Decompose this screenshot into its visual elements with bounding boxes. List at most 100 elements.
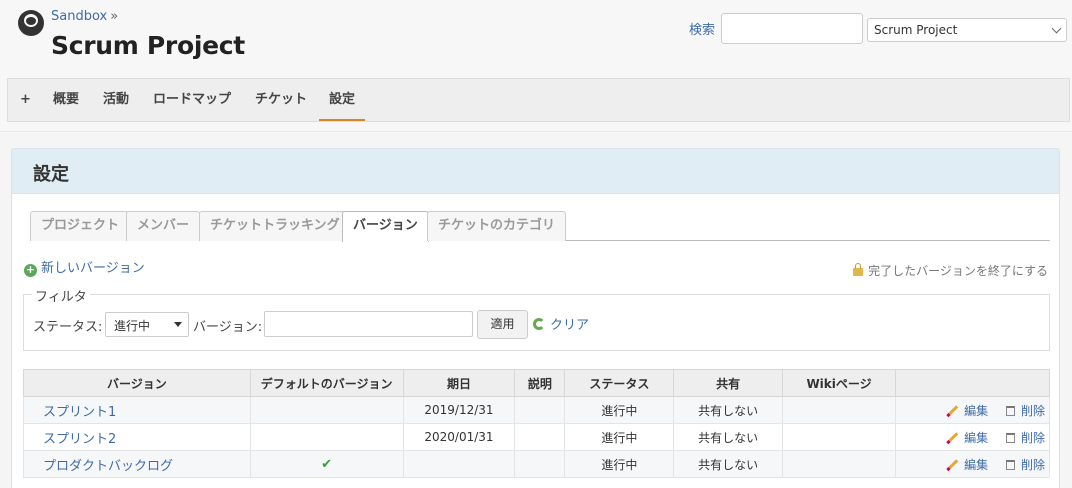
project-jump-value: Scrum Project — [874, 23, 958, 37]
tab-members[interactable]: メンバー — [126, 211, 201, 241]
search-label-link[interactable]: 検索 — [689, 19, 715, 38]
breadcrumb-link-sandbox[interactable]: Sandbox — [51, 9, 107, 24]
reload-icon — [533, 318, 545, 330]
delete-label: 削除 — [1020, 403, 1045, 418]
add-icon: + — [24, 263, 37, 277]
table-header-row: バージョン デフォルトのバージョン 期日 説明 ステータス 共有 Wikiページ — [23, 369, 1051, 397]
table-row: プロダクトバックログ ✔ 進行中 共有しない 編集 削除 — [23, 450, 1051, 478]
description-cell — [514, 396, 566, 424]
versions-table: バージョン デフォルトのバージョン 期日 説明 ステータス 共有 Wikiページ… — [23, 369, 1051, 478]
description-cell — [514, 423, 566, 451]
actions-cell: 編集 削除 — [894, 396, 1051, 424]
column-header-sharing[interactable]: 共有 — [673, 369, 784, 397]
status-cell: 進行中 — [564, 423, 675, 451]
lock-icon — [853, 263, 864, 276]
main-menu: + 概要 活動 ロードマップ チケット 設定 — [7, 78, 1070, 122]
chevron-down-icon — [1051, 23, 1062, 34]
content-header: 設定 — [12, 149, 1059, 194]
status-filter-label: ステータス: — [33, 320, 103, 335]
delete-label: 削除 — [1020, 430, 1045, 445]
close-completed-label: 完了したバージョンを終了にする — [868, 264, 1048, 278]
default-version-cell — [249, 423, 404, 451]
delete-link[interactable]: 削除 — [1005, 403, 1045, 418]
close-completed-link[interactable]: 完了したバージョンを終了にする — [853, 262, 1048, 279]
menu-item-overview[interactable]: 概要 — [43, 79, 89, 121]
checkmark-icon: ✔ — [321, 456, 333, 472]
menu-item-settings[interactable]: 設定 — [319, 79, 366, 121]
status-cell: 進行中 — [564, 396, 675, 424]
table-row: スプリント2 2020/01/31 進行中 共有しない 編集 削除 — [23, 423, 1051, 451]
version-name-cell: スプリント1 — [23, 396, 251, 424]
default-version-cell: ✔ — [249, 450, 404, 478]
column-header-status[interactable]: ステータス — [564, 369, 675, 397]
settings-content: 設定 プロジェクト メンバー チケットトラッキング バージョン チケットのカテゴ… — [11, 148, 1060, 488]
tab-versions[interactable]: バージョン — [342, 211, 429, 242]
sharing-cell: 共有しない — [673, 423, 784, 451]
filter-fieldset: フィルタ ステータス: 進行中 バージョン: 適用 クリア — [23, 286, 1050, 351]
wiki-page-cell — [782, 450, 896, 478]
due-date-cell: 2019/12/31 — [402, 396, 516, 424]
wiki-page-cell — [782, 396, 896, 424]
default-version-cell — [249, 396, 404, 424]
breadcrumb: Sandbox» — [51, 9, 118, 24]
pencil-icon — [947, 458, 959, 470]
table-row: スプリント1 2019/12/31 進行中 共有しない 編集 削除 — [23, 396, 1051, 424]
menu-item-issues[interactable]: チケット — [245, 79, 317, 121]
dropdown-arrow-icon — [174, 322, 182, 327]
breadcrumb-separator: » — [110, 9, 119, 24]
edit-link[interactable]: 編集 — [947, 458, 988, 472]
edit-link[interactable]: 編集 — [947, 431, 988, 445]
menu-item-activity[interactable]: 活動 — [93, 79, 139, 121]
column-header-due-date[interactable]: 期日 — [402, 369, 516, 397]
menu-item-roadmap[interactable]: ロードマップ — [143, 79, 241, 121]
actions-cell: 編集 削除 — [894, 423, 1051, 451]
new-version-label: 新しいバージョン — [41, 261, 145, 276]
trash-icon — [1005, 432, 1015, 443]
menu-item-new[interactable]: + — [10, 79, 41, 121]
version-link[interactable]: スプリント1 — [43, 405, 116, 420]
status-filter-value: 進行中 — [114, 319, 151, 333]
column-header-default-version: デフォルトのバージョン — [249, 369, 404, 397]
due-date-cell — [402, 450, 516, 478]
page-title: 設定 — [33, 164, 69, 185]
trash-icon — [1005, 459, 1015, 470]
version-link[interactable]: プロダクトバックログ — [43, 459, 173, 474]
apply-button[interactable]: 適用 — [477, 310, 528, 339]
edit-label: 編集 — [964, 403, 989, 418]
column-header-wiki-page: Wikiページ — [782, 369, 896, 397]
app-logo-icon[interactable] — [18, 10, 44, 36]
column-header-actions — [894, 369, 1051, 397]
wiki-page-cell — [782, 423, 896, 451]
clear-link[interactable]: クリア — [533, 314, 589, 333]
clear-label: クリア — [550, 318, 590, 333]
sharing-cell: 共有しない — [673, 396, 784, 424]
version-name-cell: スプリント2 — [23, 423, 251, 451]
edit-label: 編集 — [964, 457, 989, 472]
project-jump-select[interactable]: Scrum Project — [867, 18, 1067, 42]
description-cell — [514, 450, 566, 478]
edit-label: 編集 — [964, 430, 989, 445]
tab-issue-tracking[interactable]: チケットトラッキング — [199, 211, 351, 241]
status-cell: 進行中 — [564, 450, 675, 478]
settings-tabs: プロジェクト メンバー チケットトラッキング バージョン チケットのカテゴリ — [30, 211, 1050, 242]
version-filter-input[interactable] — [264, 311, 473, 337]
version-name-cell: プロダクトバックログ — [23, 450, 251, 478]
sharing-cell: 共有しない — [673, 450, 784, 478]
tab-project[interactable]: プロジェクト — [30, 211, 131, 241]
tab-issue-categories[interactable]: チケットのカテゴリ — [427, 211, 567, 241]
actions-cell: 編集 削除 — [894, 450, 1051, 478]
new-version-link[interactable]: + 新しいバージョン — [24, 257, 145, 277]
search-input[interactable] — [721, 13, 863, 44]
status-filter-select[interactable]: 進行中 — [105, 312, 189, 337]
filter-legend: フィルタ — [32, 286, 90, 305]
due-date-cell: 2020/01/31 — [402, 423, 516, 451]
delete-link[interactable]: 削除 — [1005, 430, 1045, 445]
column-header-version[interactable]: バージョン — [23, 369, 251, 397]
version-filter-label: バージョン: — [193, 320, 263, 335]
version-link[interactable]: スプリント2 — [43, 432, 116, 447]
edit-link[interactable]: 編集 — [947, 404, 988, 418]
project-title: Scrum Project — [51, 31, 245, 60]
trash-icon — [1005, 405, 1015, 416]
delete-label: 削除 — [1020, 457, 1045, 472]
delete-link[interactable]: 削除 — [1005, 457, 1045, 472]
